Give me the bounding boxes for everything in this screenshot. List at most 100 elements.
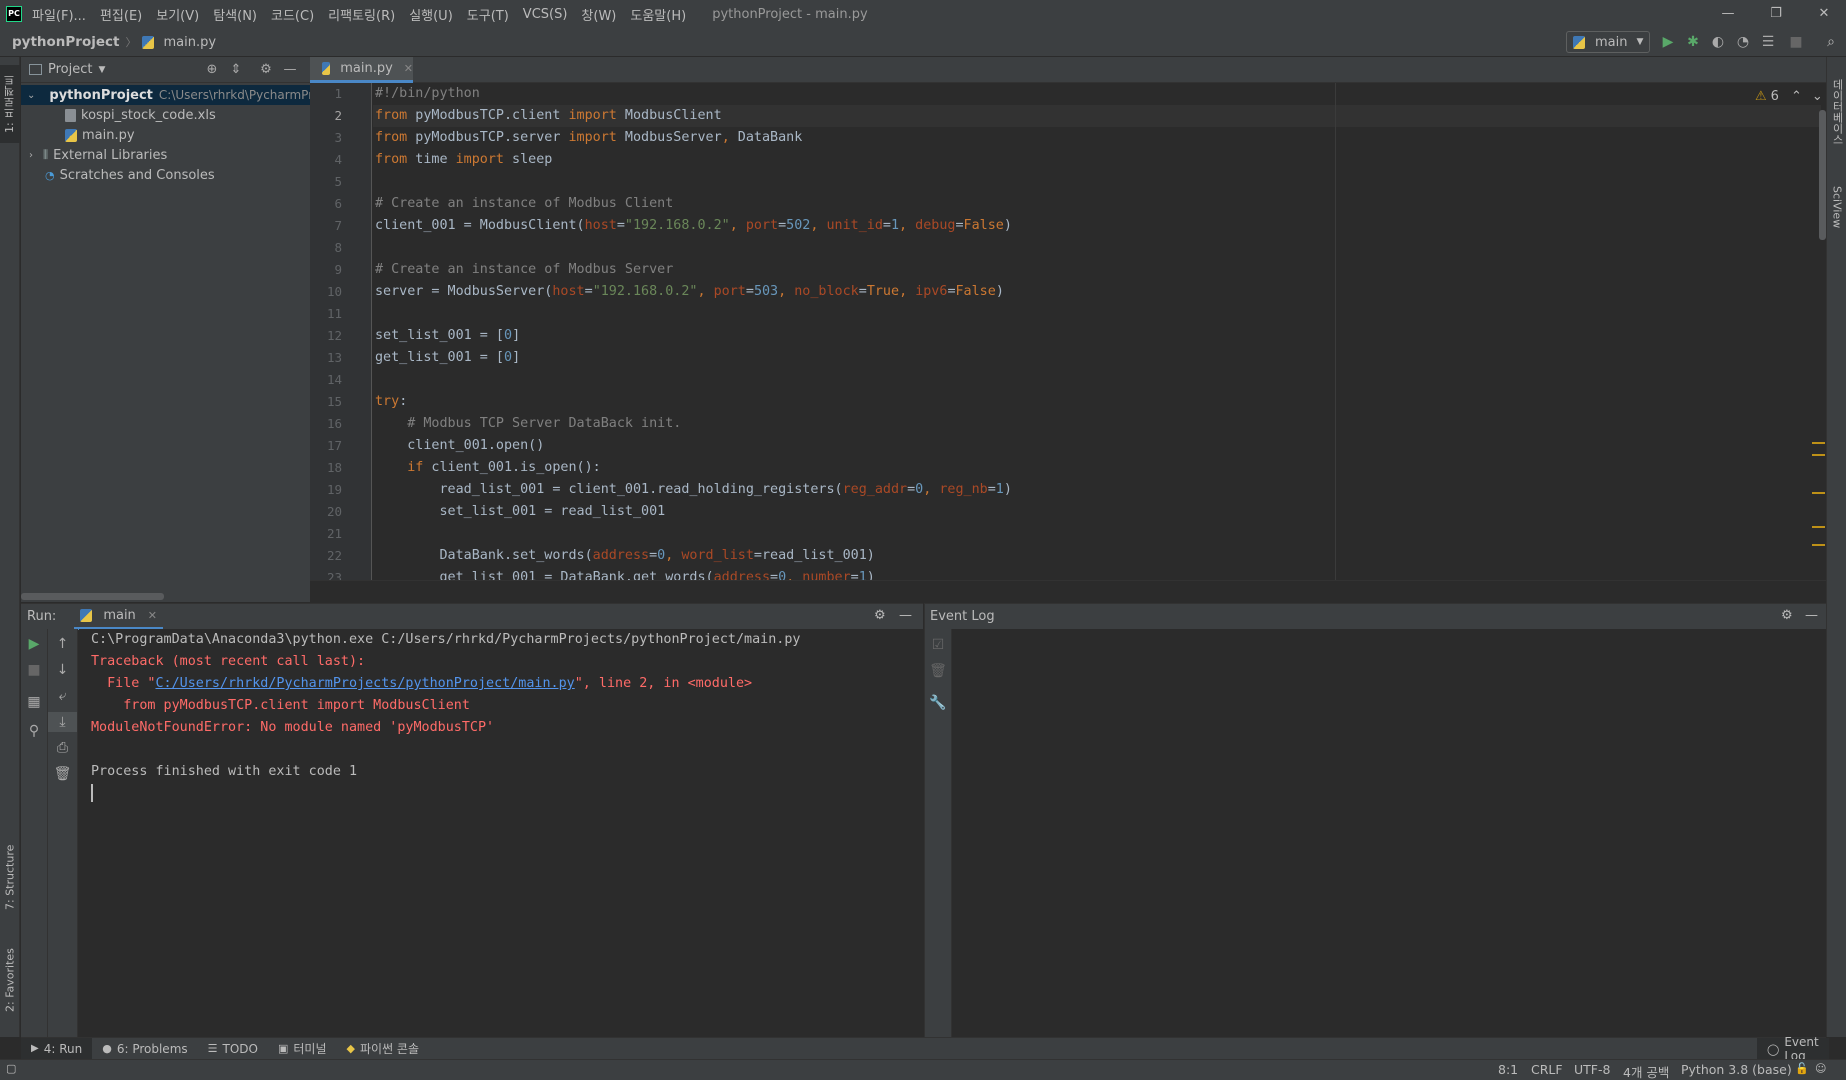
hide-panel-icon[interactable]: — — [899, 608, 912, 623]
chevron-right-icon[interactable]: › — [29, 150, 33, 161]
trash-icon[interactable]: 🗑 — [48, 764, 77, 784]
tool-tab-problems[interactable]: ● 6: Problems — [92, 1038, 197, 1060]
tree-item-project-root[interactable]: ⌄ pythonProject C:\Users\rhrkd\PycharmPr… — [21, 85, 310, 105]
sciview-tool-tab[interactable]: SciView — [1827, 167, 1846, 247]
file-encoding[interactable]: UTF-8 — [1574, 1062, 1610, 1077]
caret-position[interactable]: 8:1 — [1498, 1062, 1518, 1077]
toggle-tool-windows-icon[interactable]: ▢ — [6, 1062, 16, 1075]
menu-edit[interactable]: 편집(E) — [100, 5, 142, 24]
wrench-icon[interactable]: 🔧 — [925, 693, 951, 713]
python-interpreter[interactable]: Python 3.8 (base) — [1681, 1062, 1792, 1077]
run-tab-main[interactable]: main ✕ — [74, 604, 164, 630]
inspector-icon[interactable]: ☺ — [1815, 1062, 1826, 1075]
warning-marker[interactable] — [1812, 544, 1825, 546]
restore-button[interactable]: ❐ — [1766, 4, 1786, 24]
traceback-file-link[interactable]: C:/Users/rhrkd/PycharmProjects/pythonPro… — [156, 676, 575, 691]
print-icon[interactable]: ⎙ — [48, 738, 77, 758]
close-tab-icon[interactable]: ✕ — [404, 62, 413, 75]
terminal-icon: ▣ — [277, 1042, 289, 1055]
tool-tab-event-log[interactable]: ◯ Event Log — [1757, 1035, 1829, 1063]
menu-code[interactable]: 코드(C) — [271, 5, 314, 24]
close-window-button[interactable]: ✕ — [1814, 4, 1834, 24]
project-view-select[interactable]: Project — [48, 62, 92, 77]
coverage-icon[interactable]: ◐ — [1709, 33, 1727, 51]
breadcrumb-project[interactable]: pythonProject — [12, 34, 119, 50]
settings-gear-icon[interactable]: ⚙ — [1781, 608, 1793, 623]
horizontal-scrollbar[interactable] — [21, 593, 164, 600]
minimize-button[interactable]: — — [1718, 4, 1738, 24]
profile-icon[interactable]: ◔ — [1734, 33, 1752, 51]
chevron-down-icon[interactable]: ⌄ — [27, 90, 35, 101]
scroll-to-end-icon[interactable]: ⤓ — [48, 712, 77, 732]
stop-icon[interactable]: ■ — [21, 660, 47, 680]
settings-gear-icon[interactable]: ⚙ — [874, 608, 886, 623]
mark-all-read-icon[interactable]: ☑ — [925, 635, 951, 655]
dropdown-arrow-icon[interactable]: ▼ — [98, 65, 105, 75]
menu-vcs[interactable]: VCS(S) — [523, 7, 568, 22]
warning-marker[interactable] — [1812, 442, 1825, 444]
favorites-tool-tab[interactable]: 2: Favorites — [0, 935, 20, 1025]
trash-icon[interactable]: 🗑 — [925, 661, 951, 681]
close-tab-icon[interactable]: ✕ — [148, 609, 157, 622]
tree-item-xls[interactable]: kospi_stock_code.xls — [21, 105, 310, 125]
menu-tools[interactable]: 도구(T) — [467, 5, 509, 24]
code-editor[interactable]: #!/bin/python from pyModbusTCP.client im… — [373, 83, 1821, 580]
tree-item-label: Scratches and Consoles — [59, 167, 215, 183]
warning-marker[interactable] — [1812, 492, 1825, 494]
console-line: C:\ProgramData\Anaconda3\python.exe C:/U… — [91, 632, 801, 647]
locate-file-icon[interactable]: ⊕ — [203, 61, 221, 79]
vertical-scrollbar[interactable] — [1819, 110, 1826, 240]
code-line: from pyModbusTCP.client import ModbusCli… — [375, 108, 722, 123]
up-arrow-icon[interactable]: ↑ — [48, 634, 77, 654]
tree-item-external-libraries[interactable]: › ⫼ External Libraries — [21, 145, 310, 165]
database-tool-tab[interactable]: 데이터베이스 — [1827, 67, 1846, 157]
tool-tab-todo[interactable]: ☰ TODO — [198, 1038, 268, 1060]
warning-marker[interactable] — [1812, 454, 1825, 456]
editor-tab-label: main.py — [340, 61, 393, 76]
line-number: 15 — [326, 394, 342, 409]
lock-icon[interactable]: 🔓 — [1795, 1062, 1809, 1075]
menu-file[interactable]: 파일(F)... — [32, 5, 86, 24]
run-console[interactable]: C:\ProgramData\Anaconda3\python.exe C:/U… — [79, 629, 923, 1037]
stop-icon[interactable]: ■ — [1787, 33, 1805, 51]
pin-icon[interactable]: ⚲ — [21, 721, 47, 741]
project-panel: Project ▼ ⊕ ⇕ ⚙ — ⌄ pythonProject C:\Use… — [21, 57, 310, 602]
soft-wrap-icon[interactable]: ⤶ — [48, 686, 77, 706]
warning-marker[interactable] — [1812, 526, 1825, 528]
project-tool-tab[interactable]: 1: 프로젝트 — [0, 65, 20, 143]
run-icon[interactable]: ▶ — [1659, 33, 1677, 51]
line-separator[interactable]: CRLF — [1531, 1062, 1563, 1077]
collapse-all-icon[interactable]: ⇕ — [227, 61, 245, 79]
debug-icon[interactable]: ✱ — [1684, 33, 1702, 51]
tree-item-scratches[interactable]: ◔ Scratches and Consoles — [21, 165, 310, 185]
editor-tab-main-py[interactable]: main.py ✕ — [310, 57, 413, 83]
menu-navigate[interactable]: 탐색(N) — [213, 5, 257, 24]
inspection-widget[interactable]: ⚠ 6 ⌃ ⌄ — [1755, 89, 1823, 104]
concurrency-icon[interactable]: ☰ — [1759, 33, 1777, 51]
menu-run[interactable]: 실행(U) — [409, 5, 453, 24]
menu-refactor[interactable]: 리팩토링(R) — [328, 5, 395, 24]
layout-icon[interactable]: ▦ — [21, 692, 47, 712]
hide-panel-icon[interactable]: — — [281, 61, 299, 79]
code-line: try: — [375, 394, 408, 409]
previous-highlight-icon[interactable]: ⌃ — [1791, 89, 1802, 104]
menu-help[interactable]: 도움말(H) — [630, 5, 686, 24]
code-line: if client_001.is_open(): — [407, 460, 601, 475]
indent-setting[interactable]: 4개 공백 — [1623, 1062, 1669, 1080]
run-configuration-select[interactable]: main ▼ — [1566, 31, 1650, 53]
hide-panel-icon[interactable]: — — [1805, 608, 1818, 623]
tool-tab-terminal[interactable]: ▣ 터미널 — [268, 1038, 337, 1060]
down-arrow-icon[interactable]: ↓ — [48, 660, 77, 680]
next-highlight-icon[interactable]: ⌄ — [1812, 89, 1823, 104]
tool-tab-python-console[interactable]: ◆ 파이썬 콘솔 — [337, 1038, 429, 1060]
menu-window[interactable]: 창(W) — [581, 5, 616, 24]
tree-item-main-py[interactable]: main.py — [21, 125, 310, 145]
line-number: 17 — [326, 438, 342, 453]
structure-tool-tab[interactable]: 7: Structure — [0, 837, 20, 917]
menu-view[interactable]: 보기(V) — [156, 5, 199, 24]
tool-tab-run[interactable]: ▶ 4: Run — [21, 1037, 93, 1060]
settings-gear-icon[interactable]: ⚙ — [257, 61, 275, 79]
search-everywhere-icon[interactable]: ⌕ — [1822, 33, 1840, 51]
rerun-icon[interactable]: ▶ — [21, 634, 47, 654]
breadcrumb-file[interactable]: main.py — [142, 35, 216, 50]
